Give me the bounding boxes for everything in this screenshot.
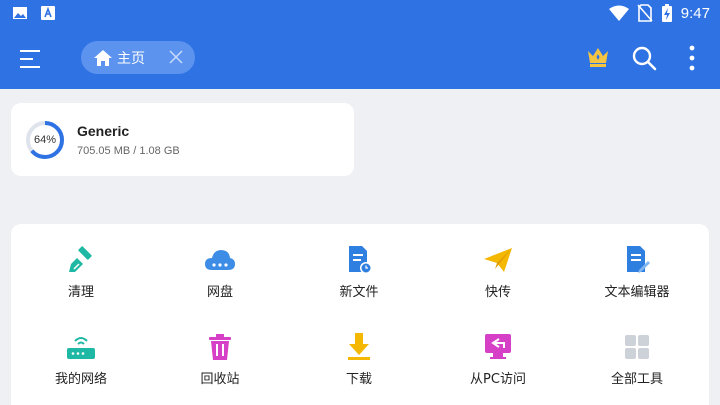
status-bar: 9:47 <box>0 0 720 28</box>
tool-text-editor[interactable]: 文本编辑器 <box>577 244 697 314</box>
tool-cloud[interactable]: 网盘 <box>160 244 280 314</box>
storage-percent: 64% <box>33 134 57 146</box>
home-tab[interactable]: 主页 <box>81 41 195 74</box>
storage-name: Generic <box>77 123 130 139</box>
tool-label: 全部工具 <box>610 372 663 387</box>
tools-card: 清理 网盘 新文件 快传 文本编辑器 我的网络 回收站 下载 从PC访问 全部工… <box>11 224 709 405</box>
tool-label: 回收站 <box>200 372 240 387</box>
tool-download[interactable]: 下载 <box>299 331 419 401</box>
tool-label: 快传 <box>484 285 511 300</box>
storage-card[interactable]: 64% Generic 705.05 MB / 1.08 GB <box>11 103 354 176</box>
trash-icon <box>209 334 231 360</box>
grid-icon <box>625 335 649 359</box>
new-file-icon <box>349 246 372 274</box>
text-editor-icon <box>627 246 650 273</box>
paper-plane-icon <box>484 248 512 272</box>
tool-new-file[interactable]: 新文件 <box>299 244 419 314</box>
search-icon[interactable] <box>631 45 657 71</box>
tool-label: 新文件 <box>339 285 379 300</box>
battery-charging-icon <box>661 4 672 22</box>
tool-my-network[interactable]: 我的网络 <box>21 331 141 401</box>
menu-icon[interactable] <box>18 48 44 70</box>
home-icon <box>94 49 112 66</box>
more-options-icon[interactable] <box>684 44 700 72</box>
broom-icon <box>69 246 92 272</box>
tool-label: 网盘 <box>206 285 233 300</box>
tool-label: 文本编辑器 <box>604 285 670 300</box>
tool-label: 清理 <box>67 285 94 300</box>
wifi-icon <box>608 5 629 21</box>
tool-label: 我的网络 <box>54 372 107 387</box>
gallery-notification-icon <box>13 7 27 19</box>
pc-access-icon <box>485 334 511 359</box>
store-notification-icon <box>41 6 55 20</box>
cloud-icon <box>205 250 235 270</box>
close-tab-icon[interactable] <box>169 50 183 64</box>
tool-all-tools[interactable]: 全部工具 <box>577 331 697 401</box>
no-sim-icon <box>637 4 653 22</box>
tool-label: 下载 <box>345 372 372 387</box>
tool-pc-access[interactable]: 从PC访问 <box>438 331 558 401</box>
tool-clean[interactable]: 清理 <box>21 244 141 314</box>
router-icon <box>67 337 95 359</box>
download-icon <box>348 333 370 360</box>
tool-label: 从PC访问 <box>470 372 526 387</box>
premium-crown-icon[interactable] <box>586 46 610 68</box>
tool-quick-transfer[interactable]: 快传 <box>438 244 558 314</box>
storage-size: 705.05 MB / 1.08 GB <box>77 145 180 157</box>
status-time: 9:47 <box>680 4 710 22</box>
tool-recycle-bin[interactable]: 回收站 <box>160 331 280 401</box>
home-tab-label: 主页 <box>117 50 145 67</box>
app-bar: 主页 <box>0 28 720 89</box>
